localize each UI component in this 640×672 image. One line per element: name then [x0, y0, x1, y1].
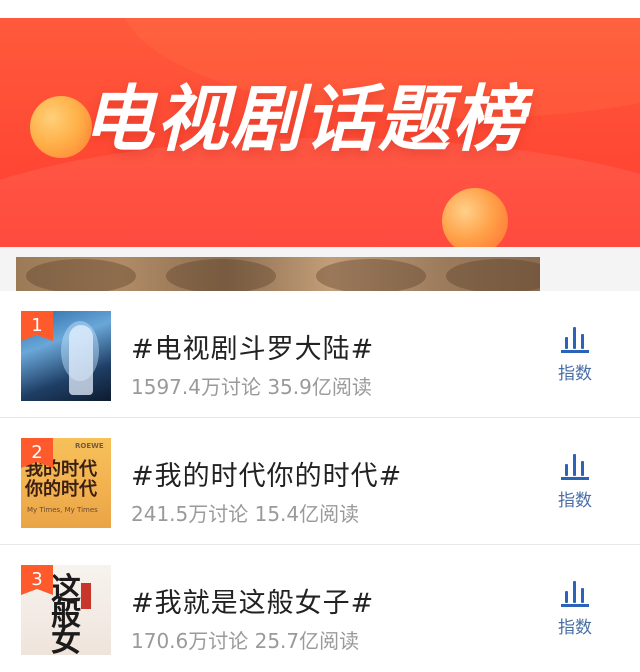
icon-bar — [573, 581, 576, 603]
thumbnail-figure — [69, 325, 93, 395]
thumbnail-seal — [81, 583, 91, 609]
thumbnail-brand: ROEWE — [75, 442, 104, 450]
image-texture — [166, 259, 276, 291]
decorative-image-strip — [16, 257, 540, 291]
index-button[interactable]: 指数 — [548, 450, 602, 516]
icon-bar — [573, 327, 576, 349]
thumbnail-subtitle: My Times, My Times — [27, 506, 98, 514]
bar-chart-icon — [559, 577, 591, 607]
topic-row[interactable]: 这般女 3 #我就是这般女子# 170.6万讨论 25.7亿阅读 指数 — [0, 545, 640, 672]
index-label: 指数 — [558, 364, 592, 384]
topic-list: 1 #电视剧斗罗大陆# 1597.4万讨论 35.9亿阅读 指数 ROEWE 我… — [0, 291, 640, 672]
page-title: 电视剧话题榜 — [82, 77, 527, 161]
header-banner: 电视剧话题榜 — [0, 18, 640, 247]
index-label: 指数 — [558, 491, 592, 511]
index-label: 指数 — [558, 618, 592, 638]
status-strip — [0, 0, 640, 18]
icon-bar — [573, 454, 576, 476]
topic-row[interactable]: 1 #电视剧斗罗大陆# 1597.4万讨论 35.9亿阅读 指数 — [0, 291, 640, 418]
topic-title[interactable]: #我的时代你的时代# — [131, 454, 402, 493]
thumbnail-title: 我的时代你的时代 — [25, 459, 97, 500]
topic-row[interactable]: ROEWE 我的时代你的时代 My Times, My Times 2 #我的时… — [0, 418, 640, 545]
index-button[interactable]: 指数 — [548, 577, 602, 643]
bar-chart-icon — [559, 450, 591, 480]
image-texture — [26, 259, 136, 291]
topic-stats: 241.5万讨论 15.4亿阅读 — [131, 502, 360, 526]
icon-bar — [581, 461, 584, 476]
icon-baseline — [561, 477, 589, 480]
image-texture — [446, 259, 540, 291]
icon-bar — [581, 588, 584, 603]
icon-bar — [565, 591, 568, 603]
image-texture — [316, 259, 426, 291]
topic-stats: 1597.4万讨论 35.9亿阅读 — [131, 375, 372, 399]
bar-chart-icon — [559, 323, 591, 353]
index-button[interactable]: 指数 — [548, 323, 602, 389]
topic-title[interactable]: #我就是这般女子# — [131, 581, 374, 620]
icon-bar — [581, 334, 584, 349]
thumbnail-title: 这般女 — [51, 572, 81, 656]
banner-orb — [442, 188, 508, 247]
topic-stats: 170.6万讨论 25.7亿阅读 — [131, 629, 360, 653]
icon-baseline — [561, 350, 589, 353]
topic-title[interactable]: #电视剧斗罗大陆# — [131, 327, 374, 366]
icon-baseline — [561, 604, 589, 607]
icon-bar — [565, 464, 568, 476]
icon-bar — [565, 337, 568, 349]
